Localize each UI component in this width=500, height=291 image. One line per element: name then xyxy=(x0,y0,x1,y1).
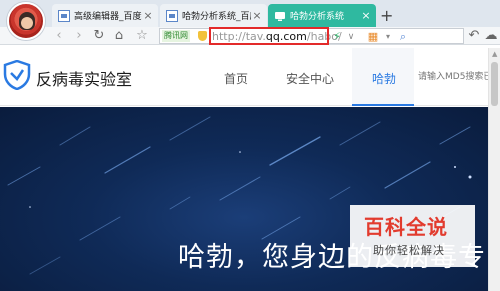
tab-habo-active[interactable]: 哈勃分析系统 × xyxy=(268,4,376,27)
new-tab-button[interactable]: + xyxy=(380,6,393,25)
scroll-thumb[interactable] xyxy=(491,62,498,106)
site-badge: 腾讯网 xyxy=(162,30,190,42)
bookmark-icon[interactable]: ☆ xyxy=(134,28,150,44)
document-icon xyxy=(166,9,178,22)
nav-habo[interactable]: 哈勃 xyxy=(352,48,414,106)
scroll-up-icon[interactable]: ▲ xyxy=(492,50,497,58)
md5-search-input[interactable] xyxy=(418,66,490,88)
back-icon[interactable]: ‹ xyxy=(52,28,66,44)
security-shield-icon[interactable] xyxy=(198,31,207,41)
monitor-icon xyxy=(274,10,286,22)
document-icon xyxy=(58,9,70,22)
nav-home[interactable]: 首页 xyxy=(224,70,248,87)
nav-habo-label: 哈勃 xyxy=(372,72,397,86)
shield-logo-icon[interactable] xyxy=(3,60,31,90)
tab-title: 哈勃分析系统_百度百 xyxy=(182,12,251,22)
browser-avatar-icon[interactable] xyxy=(7,2,45,40)
url-highlight-box xyxy=(209,27,329,45)
watermark: 百科全说 助你轻松解决 xyxy=(350,205,475,267)
speed-icon[interactable]: ⚡ xyxy=(332,29,342,45)
search-icon[interactable]: ⌕ xyxy=(396,29,410,45)
tab-strip: 高级编辑器_百度经验 × 哈勃分析系统_百度百 × 哈勃分析系统 × + xyxy=(0,0,500,40)
close-icon[interactable]: × xyxy=(251,9,263,22)
site-header: 反病毒实验室 首页 安全中心 哈勃 xyxy=(0,48,500,106)
tab-title: 高级编辑器_百度经验 xyxy=(74,12,142,22)
forward-icon[interactable]: › xyxy=(72,28,86,44)
tab-habo-baike[interactable]: 哈勃分析系统_百度百 × xyxy=(160,4,267,27)
home-icon[interactable]: ⌂ xyxy=(112,28,126,44)
undo-icon[interactable]: ↶ xyxy=(468,28,480,44)
close-icon[interactable]: × xyxy=(142,9,154,22)
reload-icon[interactable]: ↻ xyxy=(92,28,106,44)
brand-name[interactable]: 反病毒实验室 xyxy=(36,66,132,90)
close-icon[interactable]: × xyxy=(360,9,372,22)
chevron-down-icon[interactable]: ∨ xyxy=(346,29,356,45)
page-scrollbar[interactable]: ▲ xyxy=(488,48,500,291)
avatar-face xyxy=(21,17,33,29)
cloud-icon[interactable]: ☁ xyxy=(484,28,498,44)
chevron-down-icon[interactable]: ▾ xyxy=(384,29,392,45)
nav-security-center[interactable]: 安全中心 xyxy=(286,70,334,87)
watermark-title: 百科全说 xyxy=(364,215,448,239)
tab-advanced-editor[interactable]: 高级编辑器_百度经验 × xyxy=(52,4,158,27)
apps-icon[interactable]: ▦ xyxy=(366,29,380,45)
tab-title: 哈勃分析系统 xyxy=(290,12,345,22)
watermark-subtitle: 助你轻松解决 xyxy=(373,244,445,257)
